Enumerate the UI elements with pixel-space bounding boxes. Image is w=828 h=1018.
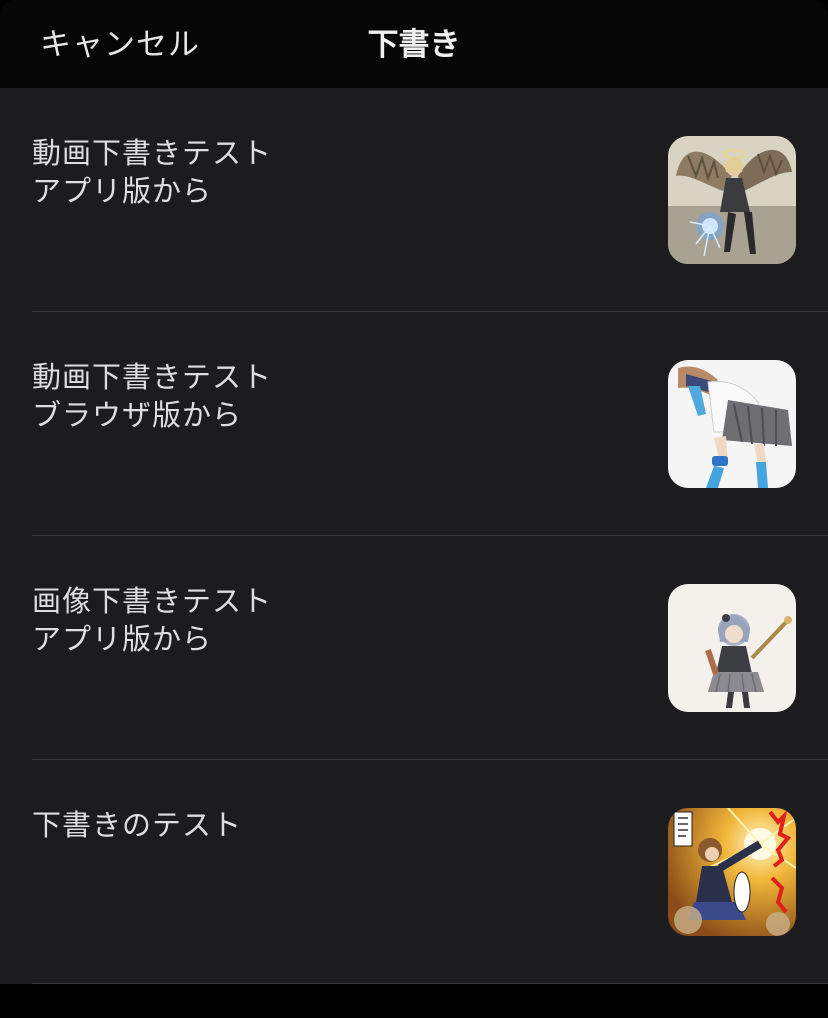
draft-title-line1: 画像下書きテスト — [32, 584, 273, 618]
draft-title-line1: 下書きのテスト — [32, 808, 243, 842]
draft-title-line2: ブラウザ版から — [32, 398, 243, 432]
draft-item[interactable]: 動画下書きテスト ブラウザ版から — [0, 312, 828, 536]
draft-item[interactable]: 下書きのテスト — [0, 760, 828, 984]
draft-thumbnail[interactable] — [668, 584, 796, 712]
draft-thumbnail[interactable] — [668, 360, 796, 488]
draft-title-line1: 動画下書きテスト — [32, 136, 273, 170]
draft-title-line2: アプリ版から — [32, 174, 213, 208]
page-title: 下書き — [367, 27, 461, 63]
swordgirl-illustration-image — [668, 584, 796, 712]
angel-illustration-image — [668, 136, 796, 264]
draft-item[interactable]: 動画下書きテスト アプリ版から — [0, 88, 828, 312]
draft-title-line1: 動画下書きテスト — [32, 360, 273, 394]
draft-thumbnail[interactable] — [668, 808, 796, 936]
draft-title: 動画下書きテスト ブラウザ版から — [32, 358, 592, 434]
schoolgirl-illustration-image — [668, 360, 796, 488]
draft-item[interactable]: 画像下書きテスト アプリ版から — [0, 536, 828, 760]
draft-title: 画像下書きテスト アプリ版から — [32, 582, 592, 658]
draft-thumbnail[interactable] — [668, 136, 796, 264]
draft-title: 下書きのテスト — [32, 806, 592, 844]
drafts-list: 動画下書きテスト アプリ版から 動画下書きテスト ブラウザ版から 画像下書きテス… — [0, 88, 828, 984]
draft-title-line2: アプリ版から — [32, 622, 213, 656]
bottom-safe-area — [0, 984, 828, 1018]
draft-title: 動画下書きテスト アプリ版から — [32, 134, 592, 210]
manga-panel-illustration-image — [668, 808, 796, 936]
navigation-bar: キャンセル 下書き — [0, 0, 828, 88]
